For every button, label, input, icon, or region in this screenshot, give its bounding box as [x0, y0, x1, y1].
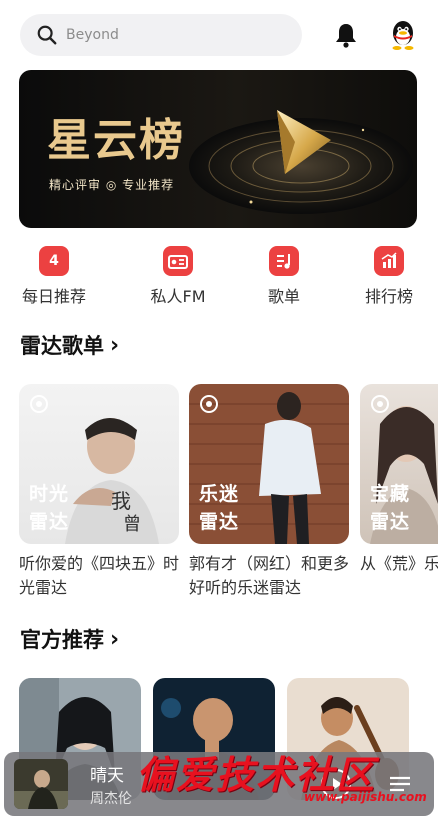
- quick-item-label: 每日推荐: [21, 287, 86, 306]
- cover-label-top: 宝藏: [370, 483, 411, 505]
- radio-icon: [163, 246, 193, 276]
- official-section-title: 官方推荐: [20, 628, 104, 652]
- radar-badge-icon: [200, 395, 218, 413]
- player-song-title: 晴天: [90, 766, 124, 786]
- playlist-icon: [269, 246, 299, 276]
- calendar-icon: 4: [39, 246, 69, 276]
- official-section-header[interactable]: 官方推荐 ›: [20, 624, 119, 654]
- radar-playlist-card[interactable]: 我 曾 时光 雷达 听你爱的《四块五》时光雷达: [19, 384, 179, 600]
- radar-playlist-row: 我 曾 时光 雷达 听你爱的《四块五》时光雷达 乐迷 雷达 郭有才（网红）和更多…: [0, 378, 438, 608]
- playlist-caption: 郭有才（网红）和更多好听的乐迷雷达: [189, 554, 349, 597]
- top-bar: Beyond: [0, 0, 438, 66]
- quick-item-fm[interactable]: 私人FM: [133, 246, 223, 307]
- playlist-queue-icon[interactable]: [386, 770, 414, 798]
- quick-item-playlist[interactable]: 歌单: [239, 246, 329, 307]
- quick-item-charts[interactable]: 排行榜: [344, 246, 434, 307]
- playlist-caption: 从《荒》乐环游: [360, 554, 438, 573]
- banner-title: 星云榜: [47, 115, 185, 166]
- chevron-right-icon: ›: [110, 332, 120, 358]
- cover-label-top: 乐迷: [199, 483, 240, 505]
- mini-player[interactable]: 晴天 周杰伦: [4, 752, 434, 816]
- search-bar[interactable]: Beyond: [20, 14, 302, 56]
- quick-item-label: 歌单: [267, 287, 300, 306]
- quick-item-label: 私人FM: [150, 287, 206, 306]
- radar-section-header[interactable]: 雷达歌单 ›: [20, 330, 119, 360]
- radar-section-title: 雷达歌单: [20, 334, 104, 358]
- quick-item-label: 排行榜: [364, 287, 413, 306]
- search-icon: [37, 25, 57, 45]
- play-icon[interactable]: [320, 768, 352, 800]
- quick-menu: 4 每日推荐 私人FM 歌单 排行榜: [0, 246, 438, 312]
- radar-playlist-card[interactable]: 乐迷 雷达 郭有才（网红）和更多好听的乐迷雷达: [189, 384, 349, 600]
- search-placeholder: Beyond: [66, 27, 119, 43]
- cover-label-bottom: 雷达: [370, 511, 411, 533]
- banner[interactable]: 星云榜 精心评审 ◎ 专业推荐: [19, 70, 417, 228]
- quick-item-daily[interactable]: 4 每日推荐: [9, 246, 99, 307]
- cover-label-top: 时光: [29, 483, 70, 505]
- playlist-cover: 乐迷 雷达: [189, 384, 349, 544]
- cover-label-bottom: 雷达: [199, 511, 240, 533]
- playlist-cover: 我 曾 时光 雷达: [19, 384, 179, 544]
- player-album-art: [14, 759, 68, 809]
- chevron-right-icon: ›: [110, 626, 120, 652]
- player-artist: 周杰伦: [90, 791, 132, 807]
- playlist-cover: 宝藏 雷达: [360, 384, 438, 544]
- svg-text:我: 我: [111, 489, 131, 513]
- chart-icon: [374, 246, 404, 276]
- bell-icon[interactable]: [334, 22, 358, 48]
- radar-badge-icon: [371, 395, 389, 413]
- qq-penguin-icon[interactable]: [389, 20, 417, 50]
- banner-subtitle: 精心评审 ◎ 专业推荐: [49, 178, 175, 192]
- playlist-caption: 听你爱的《四块五》时光雷达: [19, 554, 179, 597]
- radar-badge-icon: [30, 395, 48, 413]
- svg-text:曾: 曾: [123, 514, 141, 535]
- radar-playlist-card[interactable]: 宝藏 雷达 从《荒》乐环游: [360, 384, 438, 600]
- cover-label-bottom: 雷达: [29, 511, 70, 533]
